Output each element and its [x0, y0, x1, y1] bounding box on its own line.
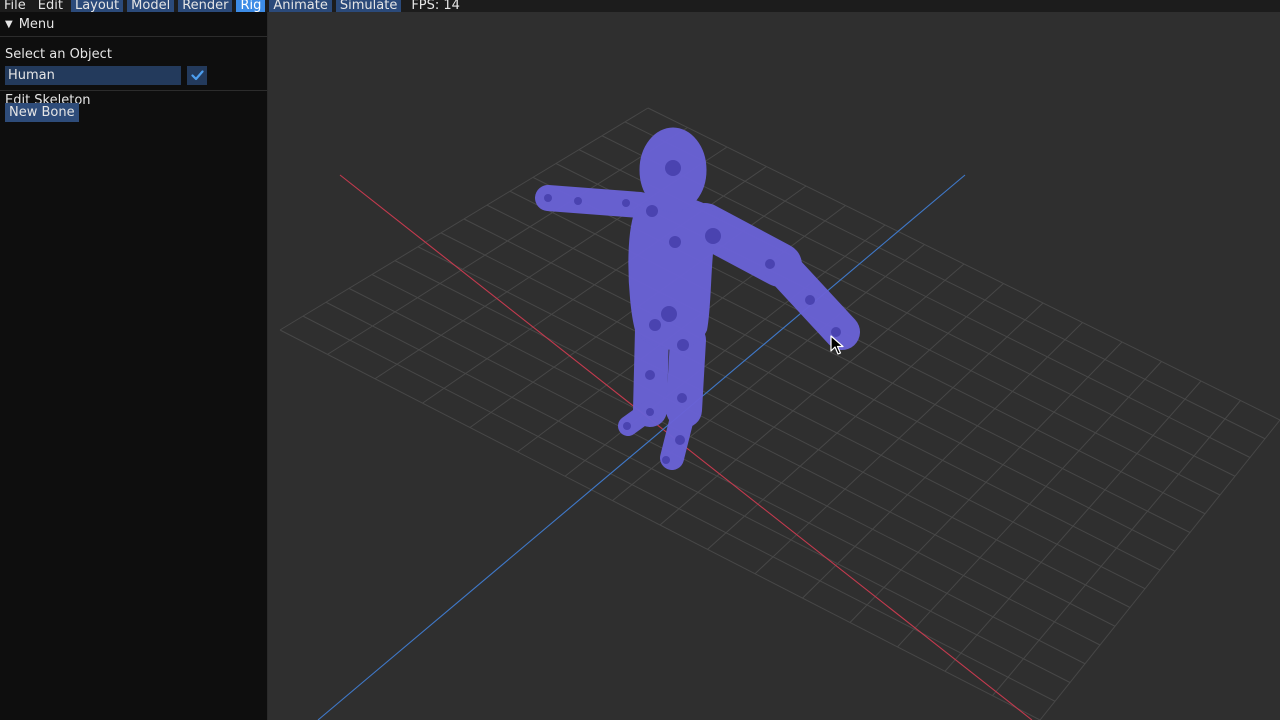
new-bone-button[interactable]: New Bone: [5, 103, 79, 122]
joint-sphere[interactable]: [646, 408, 654, 416]
object-checkbox[interactable]: [187, 66, 207, 85]
joint-sphere[interactable]: [705, 228, 721, 244]
joint-sphere[interactable]: [574, 197, 582, 205]
collapse-triangle-icon[interactable]: ▼: [5, 19, 13, 30]
joint-sphere[interactable]: [665, 160, 681, 176]
menu-bar: File Edit Layout Model Render Rig Animat…: [0, 0, 1280, 12]
joint-sphere[interactable]: [622, 199, 630, 207]
menu-file[interactable]: File: [0, 0, 30, 12]
joint-sphere[interactable]: [645, 370, 655, 380]
joint-sphere[interactable]: [675, 435, 685, 445]
joint-sphere[interactable]: [677, 339, 689, 351]
select-object-label: Select an Object: [5, 47, 112, 62]
joint-sphere[interactable]: [649, 319, 661, 331]
joint-sphere[interactable]: [661, 306, 677, 322]
tab-model[interactable]: Model: [127, 0, 175, 12]
object-select-row: Human: [0, 66, 267, 88]
tab-rig[interactable]: Rig: [236, 0, 266, 12]
joint-sphere[interactable]: [765, 259, 775, 269]
panel-header[interactable]: ▼ Menu: [0, 12, 267, 37]
joint-sphere[interactable]: [623, 422, 631, 430]
viewport-3d[interactable]: [269, 12, 1280, 720]
tab-simulate[interactable]: Simulate: [335, 0, 402, 12]
divider: [0, 90, 267, 91]
fps-counter: FPS: 14: [411, 0, 460, 12]
joint-sphere[interactable]: [662, 456, 670, 464]
checkmark-icon: [190, 70, 204, 81]
joint-sphere[interactable]: [831, 327, 841, 337]
object-select[interactable]: Human: [5, 66, 181, 85]
joint-sphere[interactable]: [669, 236, 681, 248]
joint-sphere[interactable]: [677, 393, 687, 403]
menu-edit[interactable]: Edit: [34, 0, 67, 12]
tab-layout[interactable]: Layout: [70, 0, 124, 12]
tab-animate[interactable]: Animate: [269, 0, 332, 12]
joint-sphere[interactable]: [544, 194, 552, 202]
sidebar-panel: ▼ Menu Select an Object Human Edit Skele…: [0, 12, 268, 720]
joint-sphere[interactable]: [805, 295, 815, 305]
joint-sphere[interactable]: [646, 205, 658, 217]
panel-title: Menu: [18, 16, 55, 32]
tab-render[interactable]: Render: [178, 0, 233, 12]
